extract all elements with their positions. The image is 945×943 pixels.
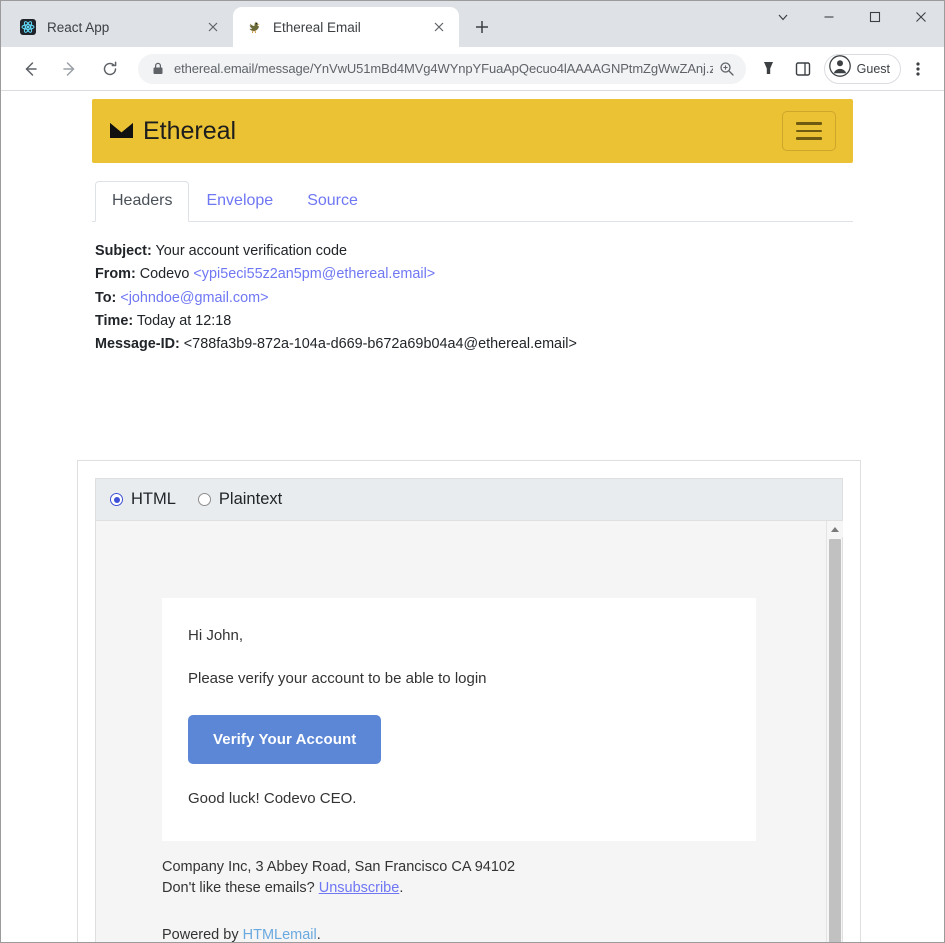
profile-label: Guest [856, 61, 890, 76]
new-tab-button[interactable] [467, 12, 497, 42]
header-row-subject: Subject: Your account verification code [95, 240, 853, 263]
window-maximize-button[interactable] [852, 1, 898, 33]
site-brand[interactable]: Ethereal [109, 117, 236, 146]
format-option-html[interactable]: HTML [110, 490, 176, 509]
header-value-subject: Your account verification code [155, 243, 347, 259]
message-headers: Subject: Your account verification code … [92, 240, 853, 357]
footer-unsubscribe-line: Don't like these emails? Unsubscribe. [162, 878, 756, 899]
footer-unsub-suffix: . [399, 879, 404, 896]
powered-suffix: . [316, 926, 321, 942]
header-label-to: To: [95, 289, 117, 306]
header-row-time: Time: Today at 12:18 [95, 310, 853, 333]
browser-tab-ethereal-email[interactable]: Ethereal Email [233, 7, 459, 47]
header-row-from: From: Codevo <ypi5eci55z2an5pm@ethereal.… [95, 263, 853, 286]
header-to-address[interactable]: <johndoe@gmail.com> [120, 290, 268, 306]
tab-close-icon[interactable] [429, 17, 449, 37]
header-label-from: From: [95, 266, 136, 283]
format-option-html-label: HTML [131, 490, 176, 508]
site-header: Ethereal [92, 99, 853, 163]
back-arrow-icon[interactable] [15, 54, 45, 84]
tab-strip: React App Ethereal Email [1, 1, 944, 47]
email-footer: Company Inc, 3 Abbey Road, San Francisco… [162, 857, 756, 942]
tab-envelope[interactable]: Envelope [189, 181, 290, 222]
scrollbar-thumb[interactable] [828, 539, 841, 942]
email-greeting: Hi John, [188, 627, 244, 644]
radio-plaintext[interactable] [197, 493, 211, 506]
format-selector: HTML Plaintext [95, 478, 843, 520]
hamburger-menu-icon[interactable] [782, 111, 836, 151]
browser-toolbar: ethereal.email/message/YnVwU51mBd4MVg4WY… [1, 47, 944, 91]
unsubscribe-link[interactable]: Unsubscribe [319, 880, 400, 896]
email-body: Hi John, Please verify your account to b… [96, 521, 826, 942]
message-view-tabs: Headers Envelope Source [92, 180, 853, 222]
react-icon [19, 19, 36, 36]
three-dot-menu-icon[interactable] [903, 54, 933, 84]
forward-arrow-icon[interactable] [55, 54, 85, 84]
envelope-icon [109, 122, 134, 140]
url-text: ethereal.email/message/YnVwU51mBd4MVg4WY… [174, 61, 713, 76]
header-value-time: Today at 12:18 [136, 312, 232, 329]
header-label-subject: Subject: [95, 243, 152, 259]
scrollbar-track[interactable] [827, 537, 843, 942]
email-preview-frame: Hi John, Please verify your account to b… [95, 520, 843, 942]
zoom-magnifier-icon[interactable] [719, 61, 734, 76]
address-bar[interactable]: ethereal.email/message/YnVwU51mBd4MVg4WY… [138, 53, 746, 84]
arrow-up-icon [830, 526, 839, 532]
tab-search-chevron-icon[interactable] [760, 1, 806, 33]
header-value-message-id: <788fa3b9-872a-104a-d669-b672a69b04a4@et… [183, 336, 577, 353]
page-viewport: Ethereal Headers Envelope Source Subject… [1, 91, 944, 942]
htmlemail-link[interactable]: HTMLemail [243, 927, 317, 942]
header-row-message-id: Message-ID: <788fa3b9-872a-104a-d669-b67… [95, 333, 853, 356]
reload-icon[interactable] [95, 54, 125, 84]
ethereal-page: Ethereal Headers Envelope Source Subject… [1, 91, 944, 942]
tab-headers[interactable]: Headers [95, 181, 190, 222]
footer-unsub-prefix: Don't like these emails? [162, 879, 319, 896]
header-row-to: To: <johndoe@gmail.com> [95, 287, 853, 310]
email-white-panel: Hi John, Please verify your account to b… [162, 598, 756, 841]
site-brand-label: Ethereal [143, 116, 237, 145]
powered-prefix: Powered by [162, 926, 243, 942]
window-close-button[interactable] [898, 1, 944, 33]
page-container: Ethereal Headers Envelope Source Subject… [92, 99, 853, 357]
email-closing: Good luck! Codevo CEO. [188, 789, 357, 807]
message-body-card: HTML Plaintext Hi John, Please verify yo… [77, 460, 861, 942]
browser-tab-title: Ethereal Email [273, 19, 361, 35]
footer-address: Company Inc, 3 Abbey Road, San Francisco… [162, 858, 516, 875]
footer-powered-line: Powered by HTMLemail. [162, 925, 756, 942]
header-label-message-id: Message-ID: [95, 336, 180, 353]
window-minimize-button[interactable] [806, 1, 852, 33]
email-preview-scrollbar[interactable] [826, 521, 843, 942]
window-controls [760, 1, 944, 47]
browser-window: React App Ethereal Email ethereal.email/… [0, 0, 945, 943]
side-panel-icon[interactable] [788, 54, 818, 84]
header-value-from: Codevo [139, 266, 194, 283]
verify-account-button[interactable]: Verify Your Account [188, 714, 382, 764]
format-option-plaintext[interactable]: Plaintext [197, 490, 283, 509]
format-option-plaintext-label: Plaintext [218, 490, 283, 508]
email-line1: Please verify your account to be able to… [188, 670, 487, 688]
radio-html[interactable] [110, 493, 123, 506]
header-from-address[interactable]: <ypi5eci55z2an5pm@ethereal.email> [193, 266, 435, 282]
message-body-inner: HTML Plaintext Hi John, Please verify yo… [95, 478, 843, 942]
browser-tab-title: React App [47, 19, 110, 35]
header-label-time: Time: [95, 312, 134, 329]
extensions-icon[interactable] [754, 54, 784, 84]
scroll-up-button[interactable] [826, 521, 843, 537]
browser-tab-react-app[interactable]: React App [7, 7, 233, 47]
duck-icon [245, 19, 262, 36]
email-preview-content: Hi John, Please verify your account to b… [96, 521, 826, 942]
tab-source[interactable]: Source [290, 181, 375, 222]
avatar [828, 55, 851, 82]
lock-icon [152, 62, 164, 75]
tab-close-icon[interactable] [203, 17, 223, 37]
profile-chip[interactable]: Guest [823, 53, 901, 84]
